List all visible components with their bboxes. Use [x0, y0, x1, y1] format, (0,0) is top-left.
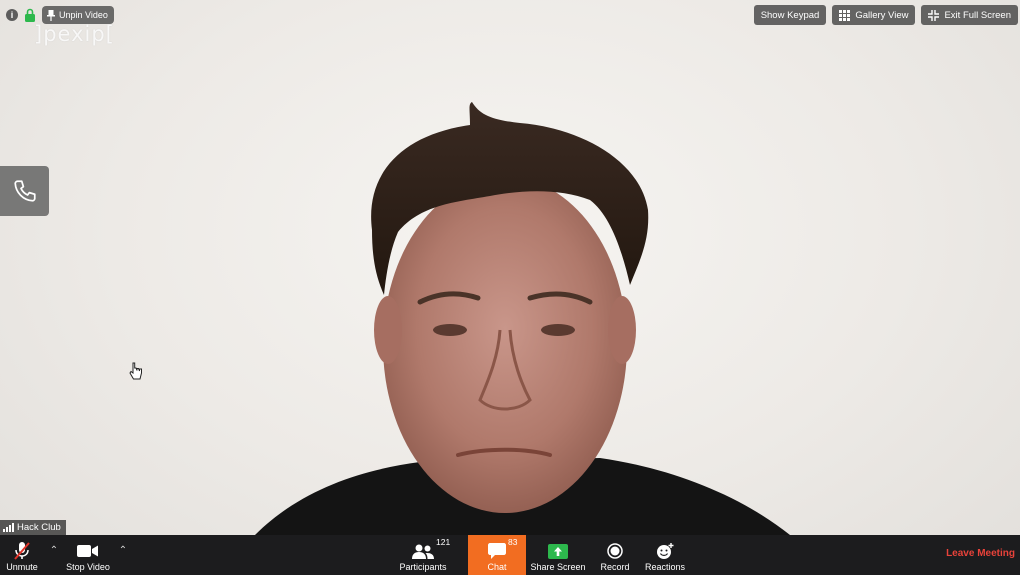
microphone-muted-icon [14, 542, 30, 560]
participant-video [255, 102, 790, 535]
pexip-watermark: ]pexip[ [34, 22, 115, 46]
reactions-button[interactable]: Reactions [643, 535, 687, 575]
stop-video-label: Stop Video [66, 562, 110, 572]
audio-options-caret-icon[interactable]: ⌃ [47, 545, 61, 556]
unpin-video-label: Unpin Video [59, 10, 108, 20]
participant-name: Hack Club [17, 522, 61, 533]
exit-full-screen-icon [928, 9, 940, 21]
participants-button[interactable]: 121 Participants [396, 535, 450, 575]
chat-button[interactable]: 83 Chat [468, 535, 526, 575]
phone-button[interactable] [0, 166, 49, 216]
exit-full-screen-label: Exit Full Screen [944, 9, 1011, 21]
emoji-reaction-icon [657, 542, 674, 559]
grid-icon [839, 9, 851, 21]
lock-icon[interactable] [24, 8, 36, 22]
video-camera-icon [77, 545, 98, 557]
reactions-label: Reactions [644, 562, 686, 572]
chat-label: Chat [487, 562, 507, 572]
view-controls: Show Keypad Gallery View Exit Full Scree… [753, 5, 1018, 25]
signal-strength-icon [3, 523, 14, 532]
unmute-button[interactable]: Unmute [0, 535, 44, 575]
stop-video-button[interactable]: Stop Video [62, 535, 114, 575]
participants-label: Participants [399, 562, 447, 572]
gallery-view-label: Gallery View [855, 9, 909, 21]
chat-bubble-icon [488, 543, 506, 559]
video-stage: i Unpin Video ]pexip[ Show Keypad Galler… [0, 0, 1020, 575]
chat-unread-count: 83 [508, 537, 518, 547]
show-keypad-button[interactable]: Show Keypad [753, 5, 827, 25]
phone-icon [13, 180, 36, 202]
share-screen-icon [548, 543, 568, 559]
exit-full-screen-button[interactable]: Exit Full Screen [921, 5, 1018, 25]
show-keypad-label: Show Keypad [760, 9, 820, 21]
pin-icon [47, 9, 55, 21]
mouse-pointer-icon [129, 362, 142, 380]
meeting-toolbar: Unmute ⌃ Stop Video ⌃ 121 Participants 8… [0, 535, 1020, 575]
video-options-caret-icon[interactable]: ⌃ [116, 545, 130, 556]
participants-icon [412, 544, 434, 559]
record-button[interactable]: Record [596, 535, 634, 575]
record-icon [607, 543, 623, 559]
leave-meeting-button[interactable]: Leave Meeting [946, 548, 1015, 559]
participants-count: 121 [436, 537, 451, 547]
participant-name-tag: Hack Club [0, 520, 66, 535]
share-screen-button[interactable]: Share Screen [530, 535, 586, 575]
record-label: Record [600, 562, 630, 572]
info-icon[interactable]: i [6, 9, 18, 21]
share-screen-label: Share Screen [530, 562, 586, 572]
unmute-label: Unmute [6, 562, 38, 572]
gallery-view-button[interactable]: Gallery View [832, 5, 916, 25]
